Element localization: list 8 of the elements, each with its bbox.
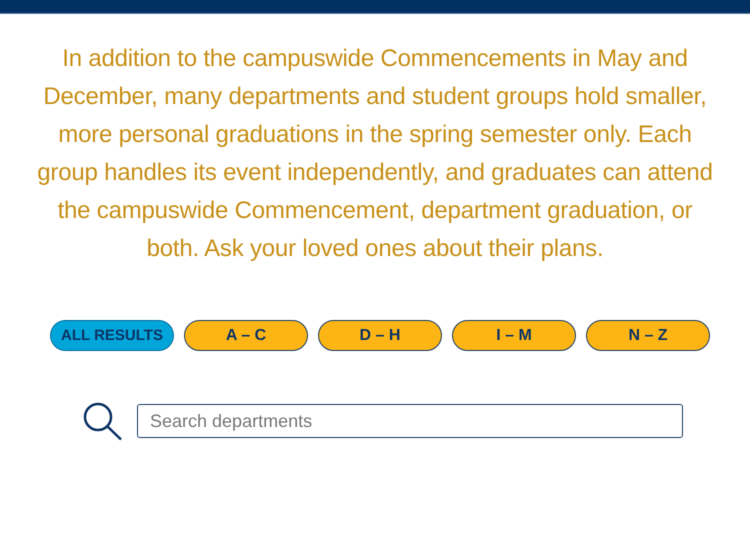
filter-button[interactable]: I – M bbox=[452, 320, 576, 351]
filter-button[interactable]: ALL RESULTS bbox=[50, 320, 174, 351]
search-field[interactable]: Search departments bbox=[137, 404, 683, 438]
filter-button[interactable]: N – Z bbox=[586, 320, 710, 351]
filter-button[interactable]: D – H bbox=[318, 320, 442, 351]
intro-paragraph: In addition to the campuswide Commencements in May and December, many departments and student groups hold smaller, more personal graduations in the spring semester only. Each group handles its event independently, and graduates can attend the campuswide Commencement, department graduation, or both. Ask your loved ones about their plans. bbox=[36, 44, 714, 264]
search-icon bbox=[82, 401, 124, 441]
filter-button[interactable]: A – C bbox=[184, 320, 308, 351]
